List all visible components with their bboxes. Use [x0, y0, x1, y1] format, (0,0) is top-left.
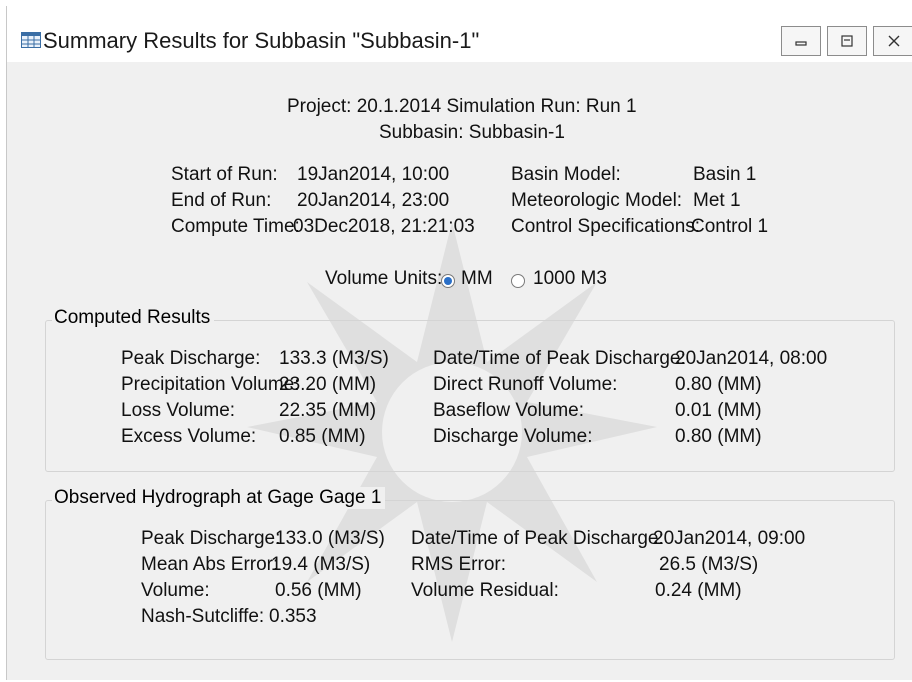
- summary-results-window: Summary Results for Subbasin "Subbasin-1…: [6, 6, 912, 680]
- subbasin-line: Subbasin: Subbasin-1: [379, 122, 565, 143]
- compute-time-label: Compute Time:: [171, 216, 300, 237]
- computed-peak-discharge-value: 133.3 (M3/S): [279, 348, 389, 369]
- loss-volume-label: Loss Volume:: [121, 400, 236, 421]
- computed-results-title: Computed Results: [52, 307, 215, 329]
- minimize-button[interactable]: [781, 26, 821, 56]
- close-icon: [888, 35, 899, 47]
- volume-units-1000m3-radio[interactable]: [511, 274, 525, 288]
- maximize-button[interactable]: [827, 26, 867, 56]
- loss-volume-value: 22.35 (MM): [279, 400, 377, 421]
- computed-peak-time-label: Date/Time of Peak Discharge:: [433, 348, 686, 369]
- close-button[interactable]: [873, 26, 912, 56]
- volume-residual-value: 0.24 (MM): [655, 580, 742, 601]
- observed-volume-value: 0.56 (MM): [275, 580, 362, 601]
- control-spec-label: Control Specifications:: [511, 216, 701, 237]
- observed-peak-time-label: Date/Time of Peak Discharge:: [411, 528, 664, 549]
- mean-abs-error-value: 19.4 (M3/S): [271, 554, 371, 575]
- discharge-volume-label: Discharge Volume:: [433, 426, 593, 447]
- observed-hydrograph-title: Observed Hydrograph at Gage Gage 1: [52, 487, 386, 509]
- mean-abs-error-label: Mean Abs Error:: [141, 554, 279, 575]
- minimize-icon: [795, 41, 807, 46]
- meteorologic-model-value: Met 1: [693, 190, 741, 211]
- table-icon: [21, 32, 41, 48]
- computed-results-group: Computed Results: [45, 307, 895, 472]
- basin-model-label: Basin Model:: [511, 164, 621, 185]
- volume-units-1000m3-label[interactable]: 1000 M3: [533, 268, 607, 290]
- results-content: Project: 20.1.2014 Simulation Run: Run 1…: [7, 62, 912, 680]
- control-spec-value: Control 1: [691, 216, 769, 237]
- observed-peak-discharge-value: 133.0 (M3/S): [275, 528, 385, 549]
- volume-units-label: Volume Units:: [325, 268, 443, 289]
- volume-residual-label: Volume Residual:: [411, 580, 559, 601]
- window-title: Summary Results for Subbasin "Subbasin-1…: [43, 28, 480, 53]
- observed-peak-discharge-label: Peak Discharge:: [141, 528, 281, 549]
- start-of-run-value: 19Jan2014, 10:00: [297, 164, 450, 185]
- direct-runoff-volume-value: 0.80 (MM): [675, 374, 762, 395]
- nash-sutcliffe-label: Nash-Sutcliffe:: [141, 606, 265, 627]
- computed-peak-time-value: 20Jan2014, 08:00: [675, 348, 828, 369]
- precipitation-volume-value: 23.20 (MM): [279, 374, 377, 395]
- direct-runoff-volume-label: Direct Runoff Volume:: [433, 374, 618, 395]
- rms-error-label: RMS Error:: [411, 554, 506, 575]
- excess-volume-label: Excess Volume:: [121, 426, 257, 447]
- compute-time-value: 03Dec2018, 21:21:03: [293, 216, 475, 237]
- rms-error-value: 26.5 (M3/S): [659, 554, 759, 575]
- basin-model-value: Basin 1: [693, 164, 757, 185]
- project-line: Project: 20.1.2014 Simulation Run: Run 1: [287, 96, 637, 117]
- baseflow-volume-value: 0.01 (MM): [675, 400, 762, 421]
- window-controls: [775, 26, 912, 56]
- baseflow-volume-label: Baseflow Volume:: [433, 400, 585, 421]
- maximize-icon: [841, 35, 853, 47]
- volume-units-mm-radio[interactable]: [441, 274, 455, 288]
- discharge-volume-value: 0.80 (MM): [675, 426, 762, 447]
- computed-peak-discharge-label: Peak Discharge:: [121, 348, 261, 369]
- nash-sutcliffe-value: 0.353: [269, 606, 317, 627]
- volume-units-mm-label[interactable]: MM: [461, 268, 493, 290]
- end-of-run-label: End of Run:: [171, 190, 272, 211]
- end-of-run-value: 20Jan2014, 23:00: [297, 190, 450, 211]
- start-of-run-label: Start of Run:: [171, 164, 278, 185]
- excess-volume-value: 0.85 (MM): [279, 426, 366, 447]
- title-bar[interactable]: Summary Results for Subbasin "Subbasin-1…: [7, 6, 912, 62]
- observed-volume-label: Volume:: [141, 580, 210, 601]
- precipitation-volume-label: Precipitation Volume:: [121, 374, 300, 395]
- observed-peak-time-value: 20Jan2014, 09:00: [653, 528, 806, 549]
- meteorologic-model-label: Meteorologic Model:: [511, 190, 683, 211]
